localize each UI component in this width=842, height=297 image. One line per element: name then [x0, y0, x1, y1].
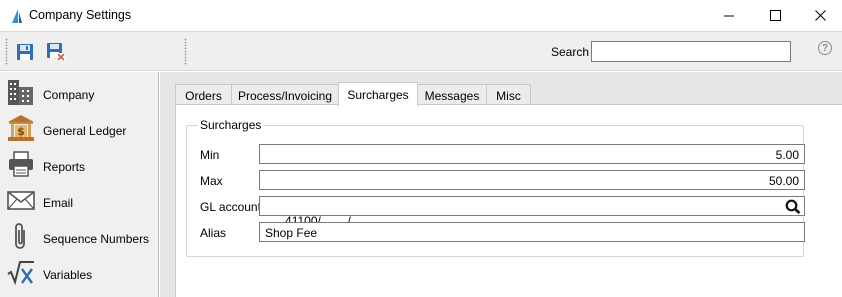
sidebar-item-label: Company: [43, 88, 95, 102]
sidebar-item-company[interactable]: Company: [0, 74, 158, 110]
save-close-button[interactable]: [45, 41, 67, 63]
sidebar: Company $ General Ledger Reports Email S…: [0, 72, 159, 297]
sidebar-item-label: Variables: [43, 268, 93, 282]
minimize-button[interactable]: [706, 0, 752, 31]
paperclip-icon: [6, 221, 36, 251]
sidebar-item-general-ledger[interactable]: $ General Ledger: [0, 110, 158, 146]
sidebar-item-label: Email: [43, 196, 74, 210]
tab-orders[interactable]: Orders: [175, 84, 232, 105]
gl-account-label: GL account: [200, 200, 261, 214]
printer-icon: [6, 149, 36, 179]
min-label: Min: [200, 148, 220, 162]
toolbar-grip[interactable]: [5, 38, 8, 66]
sidebar-item-label: Sequence Numbers: [43, 232, 150, 246]
minimize-icon: [723, 15, 734, 17]
max-label: Max: [200, 174, 223, 188]
save-icon: [17, 44, 33, 60]
bank-icon: $: [6, 113, 36, 143]
surcharges-panel: Surcharges Min 5.00 Max 50.00 GL account…: [175, 104, 842, 297]
search-icon[interactable]: [785, 199, 801, 214]
gl-account-field[interactable]: 41100/ /: [259, 196, 805, 228]
sidebar-item-email[interactable]: Email: [0, 182, 158, 218]
building-icon: [6, 77, 36, 107]
sidebar-item-reports[interactable]: Reports: [0, 146, 158, 182]
variables-icon: [6, 257, 36, 287]
min-field[interactable]: 5.00: [259, 144, 805, 164]
close-button[interactable]: [797, 0, 842, 31]
tab-process-invoicing[interactable]: Process/Invoicing: [231, 84, 339, 105]
group-title: Surcharges: [198, 118, 264, 132]
maximize-icon: [769, 10, 781, 21]
sidebar-item-label: Reports: [43, 160, 86, 174]
tab-messages[interactable]: Messages: [417, 84, 487, 105]
sidebar-item-label: General Ledger: [43, 124, 127, 138]
tab-surcharges[interactable]: Surcharges: [338, 82, 418, 106]
maximize-button[interactable]: [752, 0, 798, 31]
search-label: Search: [551, 45, 590, 59]
alias-field[interactable]: Shop Fee: [259, 222, 805, 242]
sidebar-item-sequence-numbers[interactable]: Sequence Numbers: [0, 218, 158, 254]
alias-label: Alias: [200, 226, 227, 240]
search-input[interactable]: [591, 41, 791, 62]
sidebar-item-variables[interactable]: Variables: [0, 254, 158, 290]
envelope-icon: [6, 185, 36, 215]
help-icon[interactable]: ?: [818, 41, 832, 55]
toolbar: Search ?: [0, 31, 842, 71]
save-button[interactable]: [14, 41, 36, 63]
svg-text:$: $: [17, 125, 25, 138]
max-field[interactable]: 50.00: [259, 170, 805, 190]
toolbar-grip-2[interactable]: [184, 38, 187, 66]
close-icon: [814, 10, 826, 21]
main-content: Orders Process/Invoicing Surcharges Mess…: [160, 72, 842, 297]
tab-misc[interactable]: Misc: [486, 84, 531, 105]
save-close-icon: [47, 43, 65, 61]
title-bar: Company Settings: [0, 0, 842, 31]
app-logo-icon: [12, 9, 22, 23]
window-title: Company Settings: [29, 8, 132, 22]
